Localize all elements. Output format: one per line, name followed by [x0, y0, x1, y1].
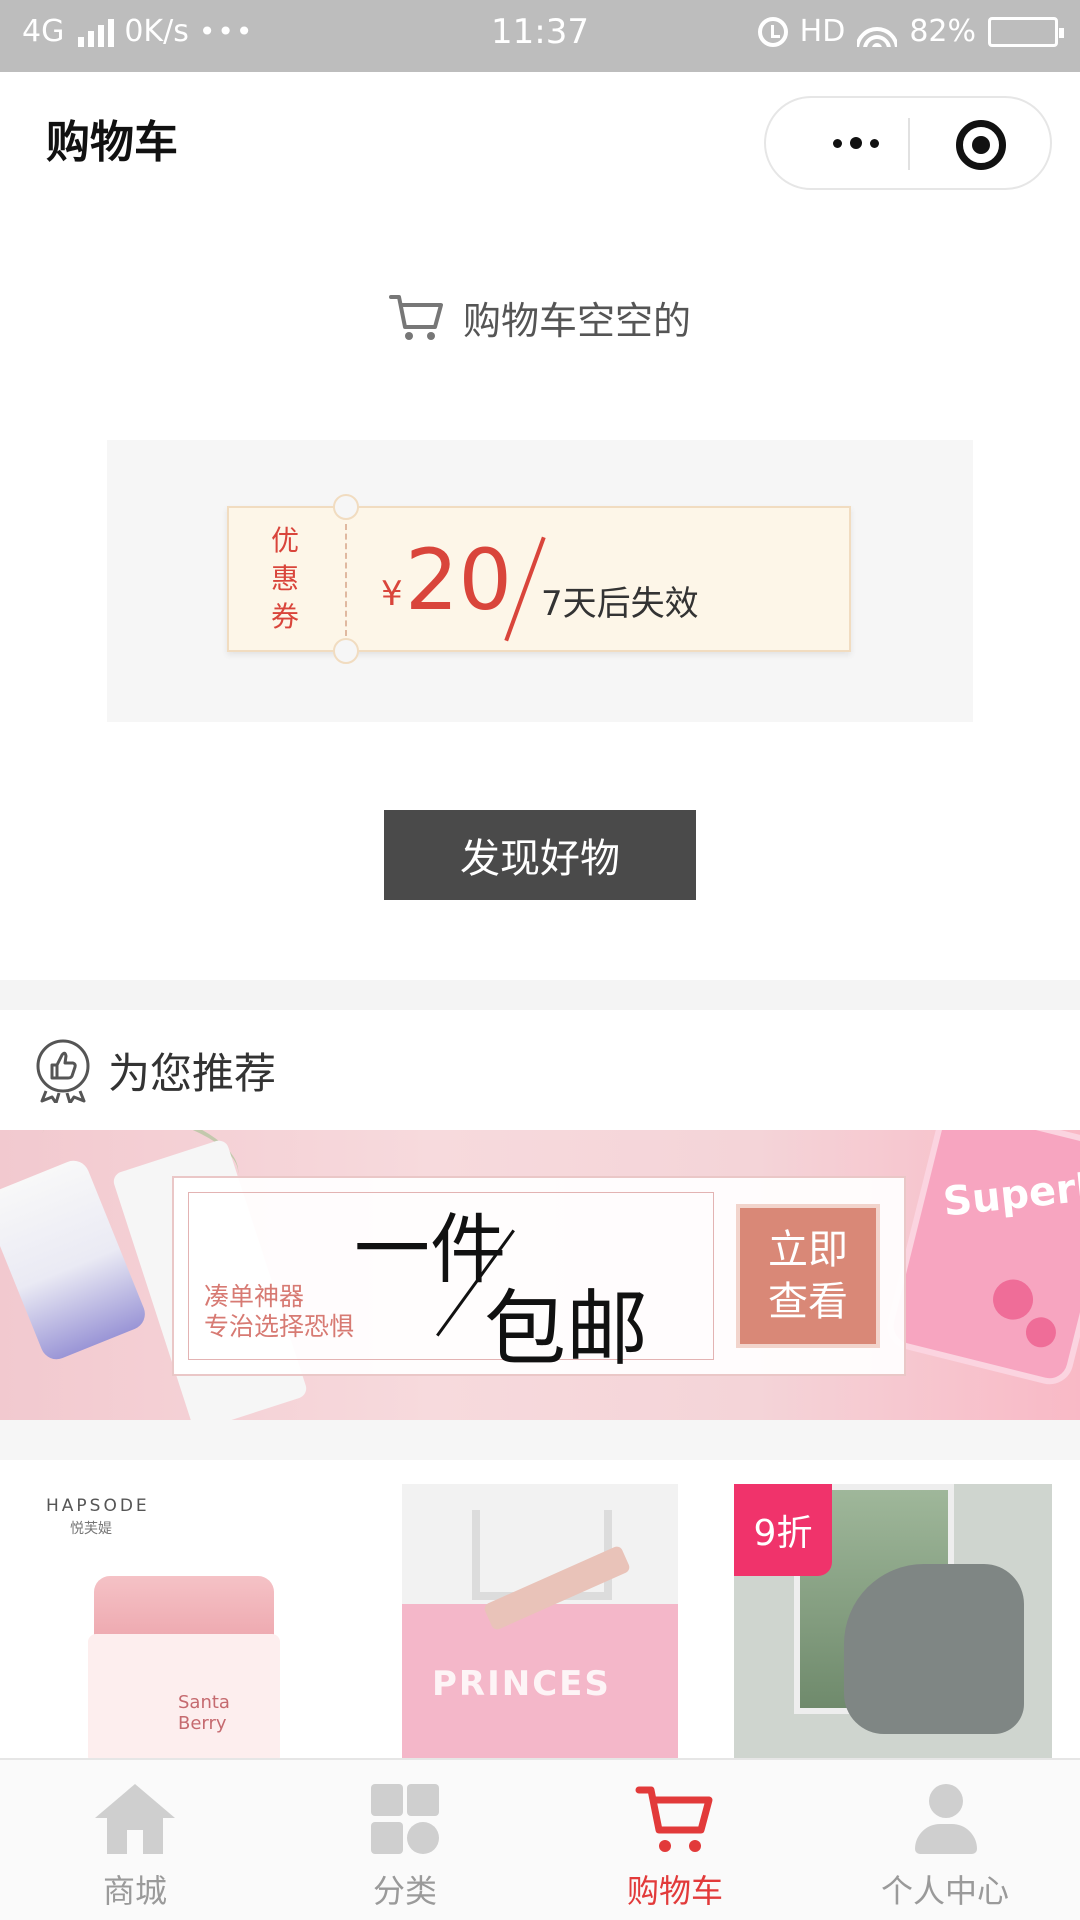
product-label: Santa Berry [178, 1692, 230, 1734]
thumbs-up-badge-icon [36, 1039, 90, 1103]
coupon-area: 优惠券 ¥ 20 7天后失效 [107, 440, 973, 722]
banner-cta-line: 立即 [768, 1227, 848, 1273]
close-target-icon[interactable] [956, 120, 1006, 170]
coupon-divider [345, 524, 347, 636]
discover-button[interactable]: 发现好物 [384, 810, 696, 900]
discount-badge: 9折 [734, 1484, 832, 1576]
tab-bar: 商城 分类 购物车 个人中心 [0, 1758, 1080, 1920]
banner-subtitle: 凑单神器 专治选择恐惧 [204, 1282, 354, 1342]
tab-cart[interactable]: 购物车 [540, 1760, 810, 1920]
product-label: PRINCES [432, 1664, 611, 1704]
cart-icon [388, 294, 443, 340]
recommend-title: 为您推荐 [108, 1048, 277, 1098]
status-right: HD 82% [757, 14, 1064, 49]
banner-card: 凑单神器 专治选择恐惧 一件 包邮 立即 查看 [172, 1176, 906, 1377]
battery-percent: 82% [909, 14, 976, 49]
tab-label: 个人中心 [880, 1872, 1009, 1910]
coupon-notch [333, 494, 359, 520]
page-title: 购物车 [46, 117, 178, 168]
empty-cart-notice: 购物车空空的 [0, 290, 1080, 345]
banner-product-text: SuperBoin [941, 1155, 1080, 1226]
cart-icon [635, 1786, 713, 1852]
product-brand: HAPSODE [46, 1496, 150, 1516]
coupon-amount: 20 [405, 531, 512, 629]
tab-home[interactable]: 商城 [0, 1760, 270, 1920]
miniprogram-capsule [764, 96, 1052, 190]
product-card[interactable]: HAPSODE 悦芙媞 Santa Berry [40, 1484, 350, 1758]
section-divider [0, 980, 1080, 1010]
home-icon [95, 1784, 175, 1856]
battery-icon [988, 16, 1064, 47]
banner-product-decoration [1022, 1314, 1060, 1351]
hd-indicator: HD [799, 14, 846, 49]
banner-product-image: SuperBoin [882, 1130, 1080, 1390]
category-icon [365, 1784, 445, 1856]
product-image-model [844, 1564, 1024, 1734]
product-image-jar: Santa Berry [88, 1634, 280, 1758]
banner-headline: 包邮 [484, 1282, 649, 1377]
coupon-label: 优惠券 [270, 524, 299, 633]
banner-subtitle-line: 专治选择恐惧 [204, 1312, 355, 1341]
product-image-box: PRINCES [402, 1604, 678, 1758]
empty-cart-text: 购物车空空的 [462, 299, 691, 343]
coupon-card[interactable]: 优惠券 ¥ 20 7天后失效 [227, 494, 851, 664]
wifi-icon [857, 17, 898, 47]
recommend-header: 为您推荐 [0, 1010, 1080, 1130]
tab-profile[interactable]: 个人中心 [810, 1760, 1080, 1920]
tab-label: 购物车 [626, 1872, 723, 1910]
coupon-currency: ¥ [381, 574, 403, 614]
product-card[interactable]: PRINCES [402, 1484, 678, 1758]
product-card[interactable]: 9折 [734, 1484, 1052, 1758]
tab-label: 分类 [372, 1872, 437, 1910]
banner-cta-button[interactable]: 立即 查看 [736, 1204, 880, 1348]
section-divider [0, 1420, 1080, 1460]
tab-category[interactable]: 分类 [270, 1760, 540, 1920]
banner-product-decoration [988, 1275, 1038, 1324]
coupon-notch [333, 638, 359, 664]
more-icon[interactable] [806, 98, 906, 188]
alarm-icon [757, 16, 788, 47]
tab-label: 商城 [102, 1872, 167, 1910]
capsule-divider [908, 118, 910, 170]
nav-bar: 购物车 [0, 72, 1080, 204]
user-icon [905, 1784, 985, 1856]
status-bar: 4G 0K/s ••• 11:37 HD 82% [0, 0, 1080, 72]
promo-banner[interactable]: SuperBoin 凑单神器 专治选择恐惧 一件 包邮 立即 查看 [0, 1130, 1080, 1420]
banner-cta-line: 查看 [768, 1279, 848, 1325]
banner-subtitle-line: 凑单神器 [204, 1282, 305, 1311]
product-brand-cn: 悦芙媞 [70, 1521, 112, 1537]
coupon-expire-text: 7天后失效 [541, 584, 699, 624]
